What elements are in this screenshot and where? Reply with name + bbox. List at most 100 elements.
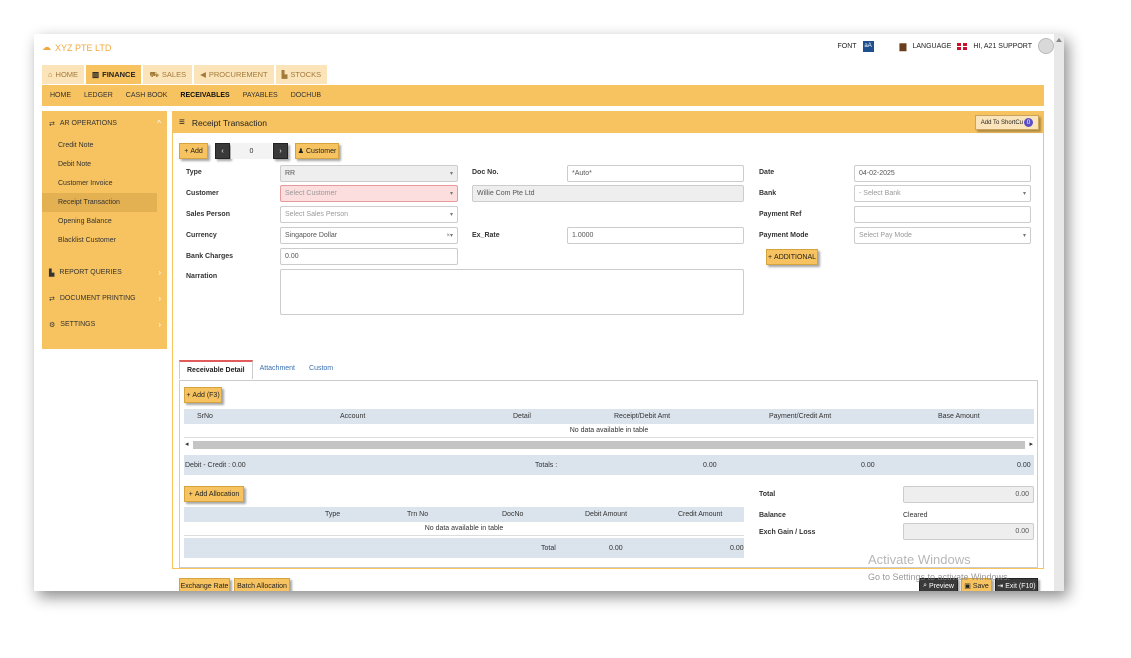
tab-home[interactable]: ⌂ HOME [42, 65, 85, 84]
payment-mode-select[interactable]: Select Pay Mode ▾ [854, 227, 1031, 244]
payment-ref-input[interactable] [854, 206, 1031, 223]
shortcut-badge: 0 [1024, 118, 1033, 127]
megaphone-icon: ◀ [200, 70, 206, 79]
tab-sales[interactable]: ⛟ SALES [143, 65, 193, 84]
user-icon: ♟ [297, 148, 304, 155]
tab-attachment[interactable]: Attachment [253, 360, 302, 379]
doc-no-input[interactable]: *Auto* [567, 165, 744, 182]
font-size-icon[interactable]: aA [862, 40, 874, 52]
summary-balance-label: Balance [759, 512, 786, 519]
col-payment-credit: Payment/Credit Amt [769, 413, 832, 420]
ex-rate-input[interactable]: 1.0000 [567, 227, 744, 244]
sales-person-select[interactable]: Select Sales Person ▾ [280, 206, 458, 223]
next-record-button[interactable]: › [273, 143, 288, 159]
brand[interactable]: ☁ XYZ PTE LTD [42, 42, 111, 53]
scroll-left-icon[interactable]: ◂ [185, 440, 189, 448]
subnav-receivables[interactable]: RECEIVABLES [180, 92, 229, 99]
subnav-dochub[interactable]: DOCHUB [291, 92, 321, 99]
additional-button[interactable]: + ADDITIONAL [766, 249, 818, 265]
narration-textarea[interactable] [280, 269, 744, 315]
summary-exch-value: 0.00 [903, 523, 1034, 540]
payment-ref-label: Payment Ref [759, 211, 802, 218]
main-tabs: ⌂ HOME ▥ FINANCE ⛟ SALES ◀ PROCUREMENT ▙ STOC… [42, 65, 328, 84]
allocation-total-label: Total [541, 545, 556, 552]
user-greeting[interactable]: HI, A21 SUPPORT [973, 43, 1032, 50]
chevron-up-icon: ^ [157, 119, 161, 128]
add-receivable-button[interactable]: + Add (F3) [184, 387, 222, 403]
receivable-table-footer: Debit - Credit : 0.00 Totals : 0.00 0.00… [184, 455, 1034, 475]
scroll-right-icon[interactable]: ▸ [1029, 440, 1033, 448]
customer-button[interactable]: ♟ Customer [295, 143, 339, 159]
tab-procurement[interactable]: ◀ PROCUREMENT [194, 65, 274, 84]
font-label: FONT [837, 42, 857, 50]
currency-select[interactable]: Singapore Dollar ×▾ [280, 227, 458, 244]
record-number[interactable]: 0 [231, 143, 272, 159]
menu-icon[interactable]: ≡ [179, 117, 185, 128]
bank-icon: ▥ [92, 70, 100, 79]
date-label: Date [759, 169, 775, 176]
debit-credit-label: Debit - Credit : 0.00 [185, 462, 246, 469]
activation-watermark-title: Activate Windows [868, 552, 971, 567]
type-select[interactable]: RR ▾ [280, 165, 458, 182]
sidebar-item-credit-note[interactable]: Credit Note [42, 136, 167, 155]
sidebar-report-queries[interactable]: ▙ REPORT QUERIES › [42, 260, 167, 285]
tab-receivable-detail[interactable]: Receivable Detail [179, 360, 253, 379]
chart-icon: ▙ [281, 70, 288, 79]
allocation-total-debit: 0.00 [609, 545, 623, 552]
sidebar-item-opening-balance[interactable]: Opening Balance [42, 212, 167, 231]
page-scrollbar[interactable] [1054, 34, 1064, 591]
chevron-down-icon: ▾ [1022, 233, 1026, 239]
scroll-thumb[interactable] [193, 441, 1025, 449]
add-to-shortcut-button[interactable]: Add To ShortCu 0 [974, 115, 1039, 130]
bank-charges-input[interactable]: 0.00 [280, 248, 458, 265]
chevron-right-icon: › [158, 294, 161, 303]
tab-custom[interactable]: Custom [302, 360, 340, 379]
exchange-icon: ⇄ [49, 120, 55, 128]
sidebar-document-printing[interactable]: ⇄ DOCUMENT PRINTING › [42, 286, 167, 311]
detail-tabs: Receivable Detail Attachment Custom [179, 360, 340, 379]
batch-allocation-button[interactable]: Batch Allocation [234, 578, 290, 591]
subnav-cash-book[interactable]: CASH BOOK [126, 92, 168, 99]
receivable-detail-panel: + Add (F3) SrNo Account Detail Receipt/De… [179, 380, 1038, 568]
plus-icon: + [184, 147, 189, 155]
sidebar-item-receipt-transaction[interactable]: Receipt Transaction [42, 193, 157, 212]
payment-mode-label: Payment Mode [759, 232, 809, 239]
brand-name: XYZ PTE LTD [55, 42, 112, 53]
language-label[interactable]: LANGUAGE [912, 43, 951, 50]
uk-flag-icon[interactable] [957, 42, 968, 50]
col-trn-no: Trn No [407, 511, 429, 518]
sidebar: ⇄ AR OPERATIONS ^ Credit Note Debit Note… [42, 111, 167, 349]
chevron-right-icon: › [158, 320, 161, 329]
add-allocation-button[interactable]: + Add Allocation [184, 486, 244, 502]
cloud-icon: ☁ [42, 42, 51, 52]
sidebar-item-blacklist-customer[interactable]: Blacklist Customer [42, 231, 167, 250]
add-button[interactable]: + Add [179, 143, 208, 159]
search-icon: ⌕ [923, 582, 927, 589]
sidebar-ar-operations[interactable]: ⇄ AR OPERATIONS ^ [42, 111, 167, 136]
prev-record-button[interactable]: ‹ [215, 143, 230, 159]
tab-stocks[interactable]: ▙ STOCKS [275, 65, 328, 84]
customer-name-display: Willie Com Pte Ltd [472, 185, 744, 202]
exchange-rate-button[interactable]: Exchange Rate [179, 578, 230, 591]
sub-nav: HOME LEDGER CASH BOOK RECEIVABLES PAYABL… [42, 85, 1044, 106]
tab-finance[interactable]: ▥ FINANCE [86, 65, 142, 84]
plus-icon: + [188, 490, 193, 498]
subnav-home[interactable]: HOME [50, 92, 71, 99]
bank-label: Bank [759, 190, 777, 197]
avatar[interactable] [1038, 38, 1054, 54]
subnav-ledger[interactable]: LEDGER [84, 92, 113, 99]
col-type: Type [325, 511, 341, 518]
summary-total-label: Total [759, 491, 776, 498]
subnav-payables[interactable]: PAYABLES [243, 92, 278, 99]
clear-icon[interactable]: ×▾ [446, 232, 453, 239]
sidebar-settings[interactable]: ⚙ SETTINGS › [42, 312, 167, 337]
horizontal-scrollbar[interactable]: ◂ ▸ [184, 439, 1034, 451]
customer-select[interactable]: Select Customer ▾ [280, 185, 458, 202]
date-input[interactable]: 04-02-2025 [854, 165, 1031, 182]
ex-rate-label: Ex_Rate [472, 232, 500, 239]
sidebar-item-customer-invoice[interactable]: Customer Invoice [42, 174, 167, 193]
chevron-down-icon: ▾ [449, 191, 453, 197]
bank-select[interactable]: - Select Bank ▾ [854, 185, 1031, 202]
sidebar-item-debit-note[interactable]: Debit Note [42, 155, 167, 174]
book-icon[interactable]: ▆ [900, 41, 907, 52]
